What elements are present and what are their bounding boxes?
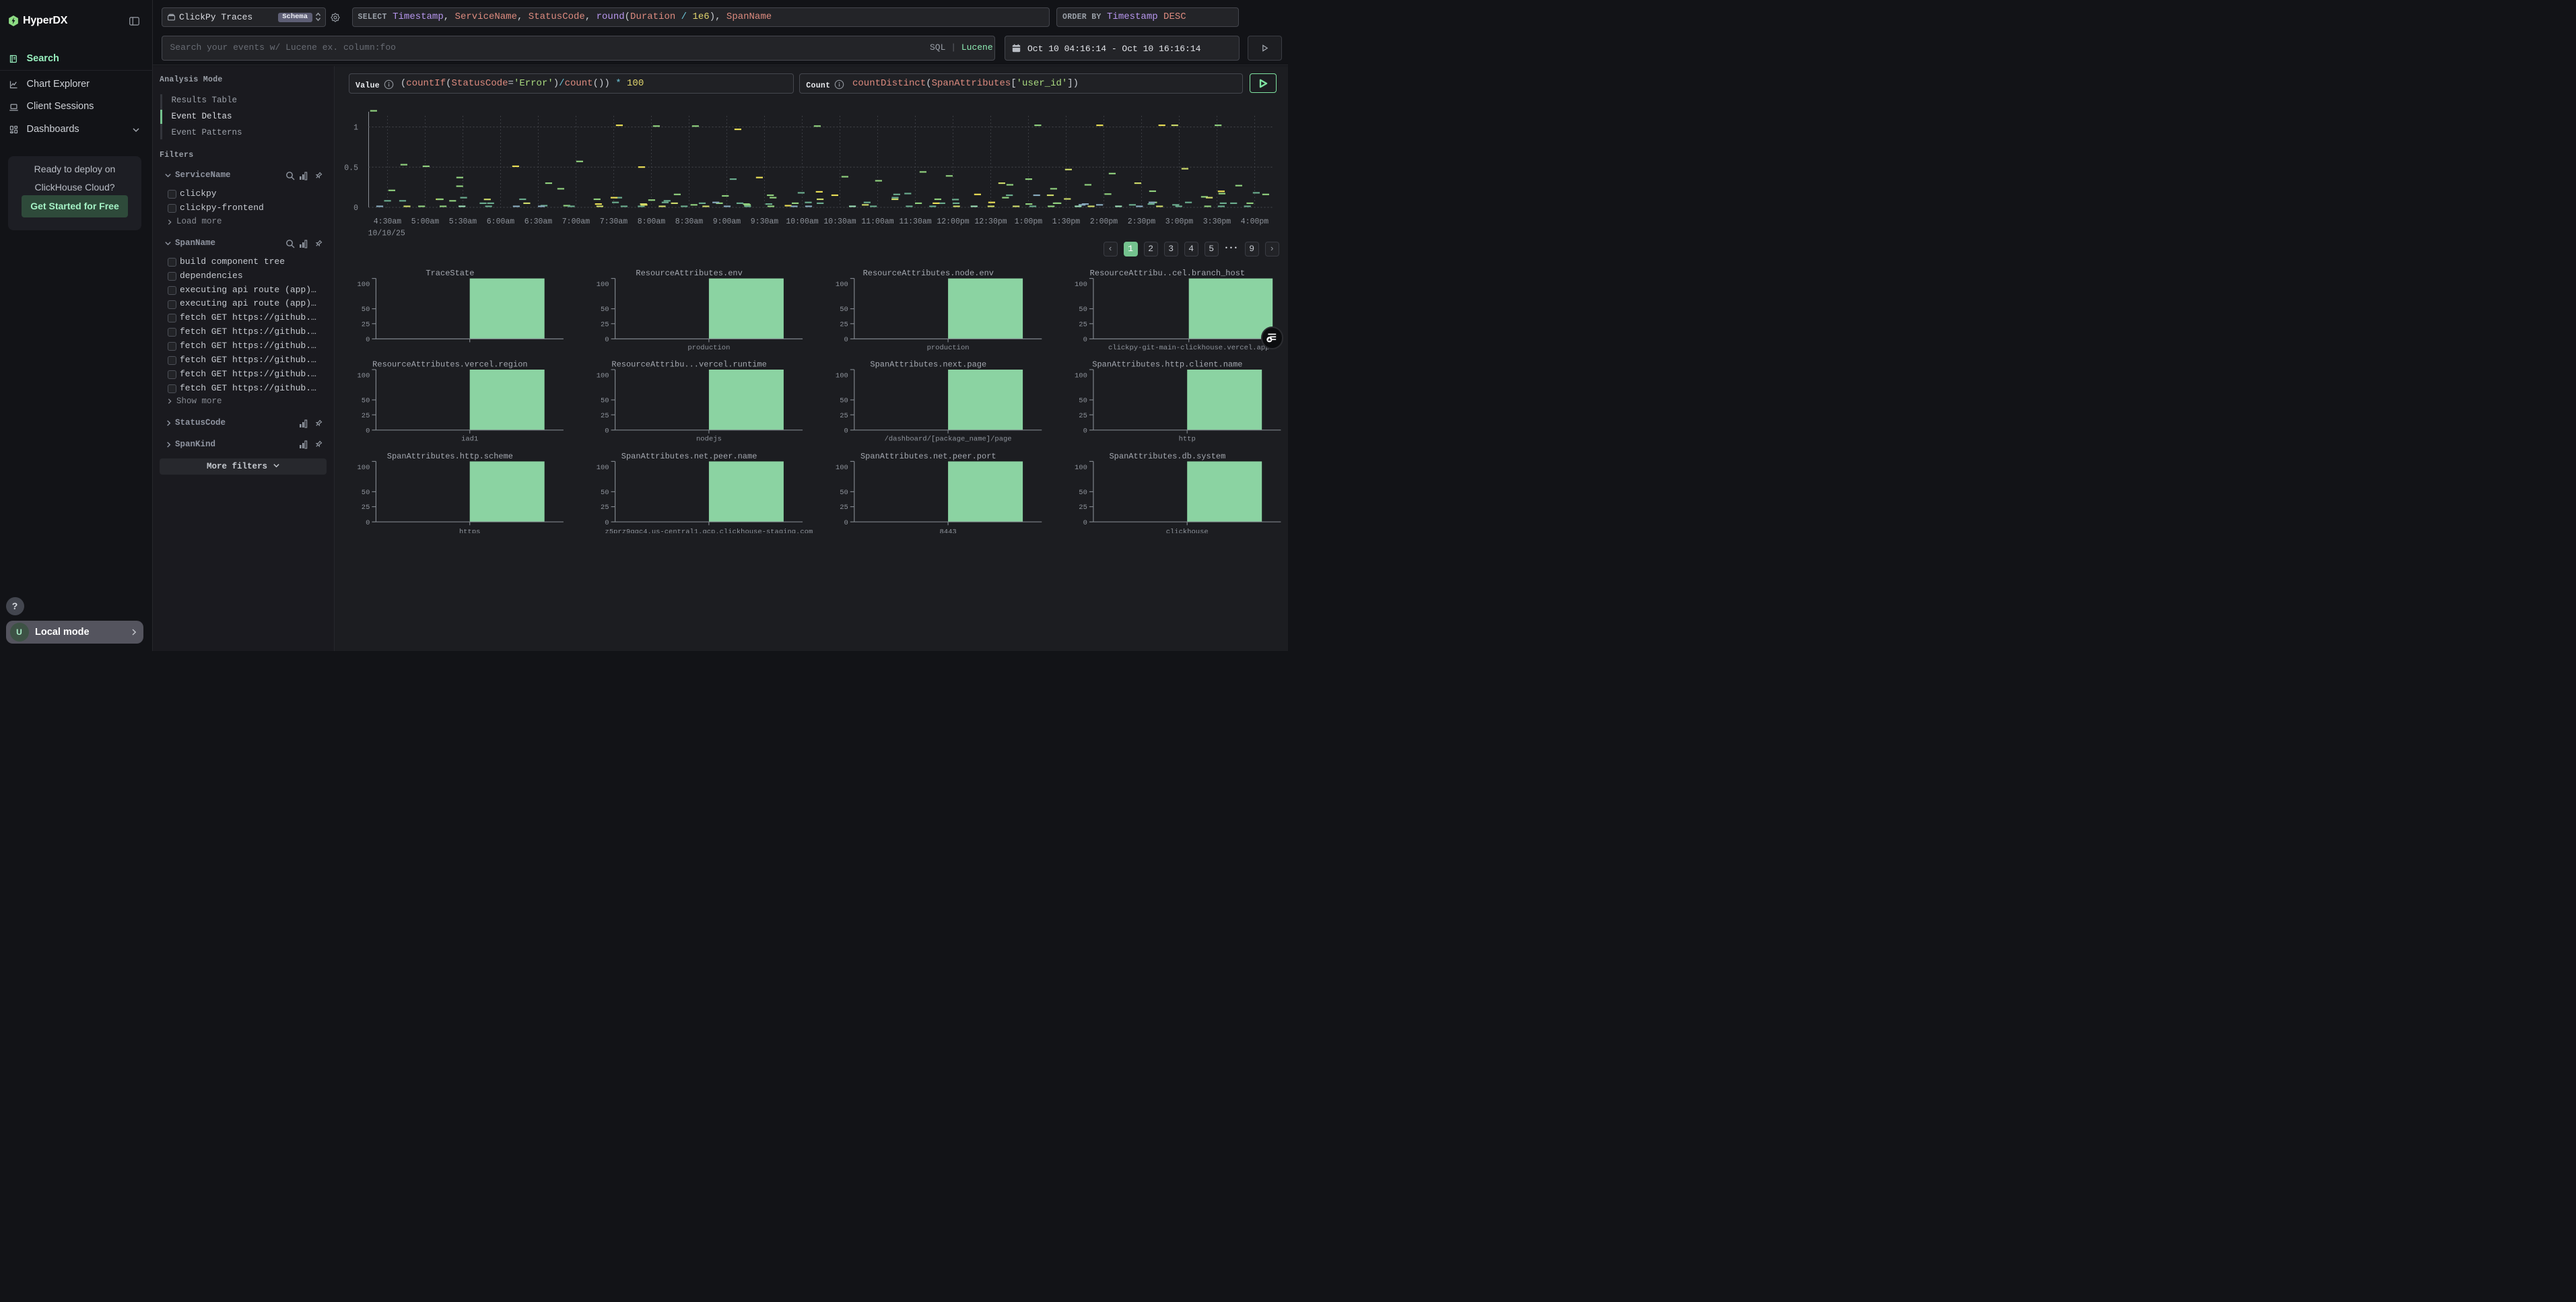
svg-text:2:30pm: 2:30pm (1128, 217, 1156, 226)
svg-text:0: 0 (844, 336, 848, 344)
svg-text:0: 0 (366, 519, 370, 527)
svg-text:6:30am: 6:30am (524, 217, 553, 226)
svg-text:50: 50 (601, 489, 609, 497)
svg-text:clickhouse: clickhouse (1166, 528, 1209, 533)
svg-text:3:00pm: 3:00pm (1165, 217, 1194, 226)
svg-text:nodejs: nodejs (696, 435, 722, 443)
svg-text:50: 50 (1079, 397, 1087, 405)
svg-text:25: 25 (601, 320, 609, 329)
svg-text:8:30am: 8:30am (675, 217, 704, 226)
svg-text:50: 50 (840, 397, 848, 405)
svg-text:25: 25 (362, 320, 370, 329)
svg-text:0: 0 (1083, 519, 1087, 527)
svg-text:0.5: 0.5 (344, 164, 358, 172)
svg-text:50: 50 (601, 397, 609, 405)
svg-text:12:00pm: 12:00pm (937, 217, 969, 226)
svg-text:50: 50 (840, 306, 848, 314)
svg-text:0: 0 (353, 204, 358, 213)
svg-text:0: 0 (1083, 336, 1087, 344)
svg-text:5:00am: 5:00am (411, 217, 440, 226)
svg-text:1: 1 (353, 124, 358, 133)
svg-text:25: 25 (840, 412, 848, 420)
svg-text:ResourceAttributes.vercel.regi: ResourceAttributes.vercel.region (372, 360, 527, 370)
svg-text:http: http (1179, 435, 1196, 443)
svg-text:12:30pm: 12:30pm (974, 217, 1007, 226)
svg-text:8:00am: 8:00am (638, 217, 666, 226)
svg-text:7:30am: 7:30am (600, 217, 628, 226)
svg-text:ResourceAttributes.env: ResourceAttributes.env (636, 269, 742, 278)
svg-text:10:00am: 10:00am (786, 217, 818, 226)
svg-text:6:00am: 6:00am (487, 217, 515, 226)
svg-text:50: 50 (601, 306, 609, 314)
svg-text:100: 100 (1075, 281, 1087, 289)
svg-text:0: 0 (844, 427, 848, 435)
svg-text:/dashboard/[package_name]/page: /dashboard/[package_name]/page (885, 435, 1012, 443)
svg-text:SpanAttributes.net.peer.name: SpanAttributes.net.peer.name (621, 452, 757, 461)
svg-text:2:00pm: 2:00pm (1090, 217, 1118, 226)
svg-text:3:30pm: 3:30pm (1203, 217, 1231, 226)
svg-text:11:30am: 11:30am (899, 217, 931, 226)
svg-text:100: 100 (597, 464, 609, 472)
svg-text:0: 0 (844, 519, 848, 527)
svg-text:4:30am: 4:30am (374, 217, 402, 226)
svg-text:7:00am: 7:00am (562, 217, 590, 226)
svg-text:4:00pm: 4:00pm (1241, 217, 1269, 226)
svg-text:50: 50 (362, 306, 370, 314)
svg-text:50: 50 (840, 489, 848, 497)
svg-text:9:00am: 9:00am (713, 217, 741, 226)
svg-text:100: 100 (357, 464, 370, 472)
svg-text:100: 100 (357, 372, 370, 380)
svg-text:100: 100 (597, 281, 609, 289)
svg-text:1:30pm: 1:30pm (1052, 217, 1081, 226)
svg-text:SpanAttributes.http.scheme: SpanAttributes.http.scheme (387, 452, 513, 461)
svg-text:8443: 8443 (939, 528, 956, 533)
svg-text:0: 0 (605, 519, 609, 527)
svg-text:100: 100 (1075, 372, 1087, 380)
svg-text:SpanAttributes.db.system: SpanAttributes.db.system (1109, 452, 1225, 461)
svg-text:https: https (459, 528, 481, 533)
svg-text:100: 100 (597, 372, 609, 380)
svg-text:z5prz9ggc4.us-central1.gcp.cli: z5prz9ggc4.us-central1.gcp.clickhouse-st… (605, 528, 813, 533)
svg-text:100: 100 (836, 372, 848, 380)
svg-text:0: 0 (366, 427, 370, 435)
svg-text:0: 0 (1083, 427, 1087, 435)
svg-text:25: 25 (1079, 320, 1087, 329)
svg-text:25: 25 (1079, 412, 1087, 420)
svg-text:25: 25 (601, 504, 609, 512)
svg-text:0: 0 (605, 336, 609, 344)
svg-text:50: 50 (1079, 489, 1087, 497)
svg-text:SpanAttributes.net.peer.port: SpanAttributes.net.peer.port (860, 452, 996, 461)
svg-text:1:00pm: 1:00pm (1015, 217, 1043, 226)
svg-text:25: 25 (840, 504, 848, 512)
svg-text:10:30am: 10:30am (823, 217, 856, 226)
svg-text:0: 0 (366, 336, 370, 344)
svg-text:0: 0 (605, 427, 609, 435)
svg-text:50: 50 (362, 489, 370, 497)
svg-text:100: 100 (836, 281, 848, 289)
svg-text:11:00am: 11:00am (861, 217, 893, 226)
svg-text:50: 50 (362, 397, 370, 405)
svg-text:TraceState: TraceState (426, 269, 474, 278)
svg-text:25: 25 (1079, 504, 1087, 512)
svg-text:SpanAttributes.next.page: SpanAttributes.next.page (870, 360, 986, 370)
svg-text:10/10/25: 10/10/25 (368, 230, 405, 238)
svg-text:SpanAttributes.http.client.nam: SpanAttributes.http.client.name (1092, 360, 1242, 370)
svg-text:100: 100 (1075, 464, 1087, 472)
svg-text:100: 100 (357, 281, 370, 289)
svg-text:clickpy-git-main-clickhouse.ve: clickpy-git-main-clickhouse.vercel.app (1108, 344, 1269, 352)
svg-text:25: 25 (840, 320, 848, 329)
svg-text:ResourceAttributes.node.env: ResourceAttributes.node.env (863, 269, 994, 278)
svg-text:9:30am: 9:30am (751, 217, 779, 226)
svg-text:100: 100 (836, 464, 848, 472)
svg-text:25: 25 (362, 412, 370, 420)
svg-text:50: 50 (1079, 306, 1087, 314)
svg-text:iad1: iad1 (461, 435, 478, 443)
svg-text:ResourceAttribu..cel.branch_ho: ResourceAttribu..cel.branch_host (1090, 269, 1245, 278)
svg-text:production: production (687, 344, 730, 352)
svg-text:production: production (927, 344, 970, 352)
svg-text:25: 25 (362, 504, 370, 512)
svg-text:25: 25 (601, 412, 609, 420)
svg-text:5:30am: 5:30am (449, 217, 477, 226)
svg-text:ResourceAttribu...vercel.runti: ResourceAttribu...vercel.runtime (611, 360, 766, 370)
